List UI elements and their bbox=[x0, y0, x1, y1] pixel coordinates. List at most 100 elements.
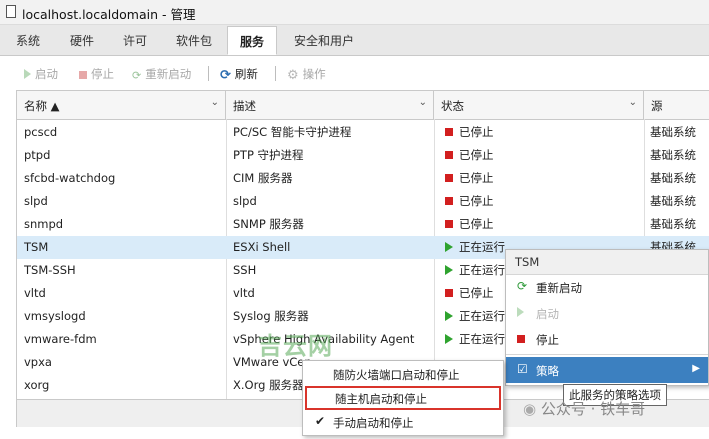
policy-option-label: 随防火墙端口启动和停止 bbox=[333, 368, 460, 382]
service-name: vpxa bbox=[24, 355, 52, 369]
column-header-desc[interactable]: 描述 ⌄ bbox=[226, 91, 434, 119]
stop-icon bbox=[79, 71, 87, 79]
column-desc-label: 描述 bbox=[233, 99, 256, 113]
table-row[interactable]: slpd slpd 已停止 基础系统 bbox=[17, 190, 709, 213]
service-status: 正在运行 bbox=[459, 309, 505, 323]
menu-item-policy[interactable]: ☑ 策略 ▶ bbox=[506, 357, 708, 383]
service-desc-cell: SNMP 服务器 bbox=[233, 213, 431, 236]
wechat-watermark-text: 公众号 · 铁车哥 bbox=[540, 400, 646, 418]
column-source-label: 源 bbox=[651, 99, 663, 113]
service-status: 已停止 bbox=[459, 286, 494, 300]
policy-option-label: 随主机启动和停止 bbox=[335, 392, 427, 406]
tab-license[interactable]: 许可 bbox=[123, 32, 147, 49]
service-source: 基础系统 bbox=[650, 148, 696, 162]
toolbar-separator bbox=[208, 66, 209, 81]
actions-label: 操作 bbox=[302, 67, 326, 81]
menu-item-label: 重新启动 bbox=[536, 281, 582, 295]
window-title: localhost.localdomain - 管理 bbox=[22, 7, 196, 22]
wechat-watermark: ◉ 公众号 · 铁车哥 bbox=[523, 398, 645, 419]
table-header: 名称 ▲ ⌄ 描述 ⌄ 状态 ⌄ 源 bbox=[17, 91, 709, 120]
stopped-icon bbox=[445, 151, 453, 159]
service-name: pcscd bbox=[24, 125, 58, 139]
service-name: sfcbd-watchdog bbox=[24, 171, 116, 185]
service-description: SSH bbox=[233, 263, 257, 277]
column-header-source[interactable]: 源 bbox=[644, 91, 709, 119]
service-description: ESXi Shell bbox=[233, 240, 291, 254]
service-status-cell: 已停止 bbox=[445, 190, 640, 213]
menu-item-restart[interactable]: ⟳ 重新启动 bbox=[506, 274, 708, 300]
menu-item-start[interactable]: 启动 bbox=[506, 300, 708, 326]
service-status: 正在运行 bbox=[459, 332, 505, 346]
restart-icon: ⟳ bbox=[517, 279, 528, 293]
start-button[interactable]: 启动 bbox=[24, 66, 58, 82]
restart-button[interactable]: ⟳ 重新启动 bbox=[132, 66, 191, 82]
service-status-cell: 已停止 bbox=[445, 213, 640, 236]
stop-button[interactable]: 停止 bbox=[79, 66, 114, 82]
play-icon bbox=[517, 307, 524, 317]
column-header-name[interactable]: 名称 ▲ ⌄ bbox=[17, 91, 226, 119]
service-desc-cell: SSH bbox=[233, 259, 431, 282]
service-name: vmware-fdm bbox=[24, 332, 97, 346]
service-name-cell: vltd bbox=[24, 282, 222, 305]
service-source-cell: 基础系统 bbox=[650, 167, 709, 190]
service-description: SNMP 服务器 bbox=[233, 217, 304, 231]
chevron-down-icon[interactable]: ⌄ bbox=[629, 97, 637, 108]
tab-system[interactable]: 系统 bbox=[16, 32, 40, 49]
service-name-cell: xorg bbox=[24, 374, 222, 397]
table-row[interactable]: ptpd PTP 守护进程 已停止 基础系统 bbox=[17, 144, 709, 167]
service-desc-cell: ESXi Shell bbox=[233, 236, 431, 259]
service-status: 正在运行 bbox=[459, 263, 505, 277]
column-header-status[interactable]: 状态 ⌄ bbox=[434, 91, 644, 119]
stopped-icon bbox=[445, 128, 453, 136]
service-status: 已停止 bbox=[459, 194, 494, 208]
table-row[interactable]: sfcbd-watchdog CIM 服务器 已停止 基础系统 bbox=[17, 167, 709, 190]
service-status: 已停止 bbox=[459, 148, 494, 162]
service-name-cell: slpd bbox=[24, 190, 222, 213]
running-icon bbox=[445, 311, 453, 321]
refresh-button[interactable]: ⟳ 刷新 bbox=[220, 66, 258, 83]
menu-item-stop[interactable]: 停止 bbox=[506, 326, 708, 352]
context-menu-title: TSM bbox=[515, 255, 540, 269]
stopped-icon bbox=[445, 197, 453, 205]
service-name-cell: snmpd bbox=[24, 213, 222, 236]
service-name-cell: vmware-fdm bbox=[24, 328, 222, 351]
restart-icon: ⟳ bbox=[132, 69, 142, 82]
policy-submenu: 随防火墙端口启动和停止 随主机启动和停止 ✔ 手动启动和停止 bbox=[302, 360, 504, 436]
service-name: TSM bbox=[24, 240, 49, 254]
service-source: 基础系统 bbox=[650, 125, 696, 139]
refresh-icon: ⟳ bbox=[220, 68, 231, 83]
actions-button[interactable]: ⚙ 操作 bbox=[287, 66, 326, 83]
service-name: ptpd bbox=[24, 148, 51, 162]
site-watermark: 吉云网 bbox=[258, 332, 333, 360]
service-status-cell: 已停止 bbox=[445, 144, 640, 167]
service-desc-cell: vltd bbox=[233, 282, 431, 305]
tab-hardware[interactable]: 硬件 bbox=[70, 32, 94, 49]
service-source-cell: 基础系统 bbox=[650, 144, 709, 167]
menu-item-label: 策略 bbox=[536, 364, 559, 378]
policy-option-manual[interactable]: ✔ 手动启动和停止 bbox=[303, 410, 503, 434]
service-desc-cell: CIM 服务器 bbox=[233, 167, 431, 190]
service-description: CIM 服务器 bbox=[233, 171, 293, 185]
policy-option-firewall[interactable]: 随防火墙端口启动和停止 bbox=[303, 362, 503, 386]
window-icon bbox=[6, 5, 16, 18]
context-menu: TSM ⟳ 重新启动 启动 停止 ☑ 策略 ▶ bbox=[505, 249, 709, 386]
service-description: PC/SC 智能卡守护进程 bbox=[233, 125, 352, 139]
chevron-down-icon[interactable]: ⌄ bbox=[211, 97, 219, 108]
policy-option-host[interactable]: 随主机启动和停止 bbox=[305, 386, 501, 410]
tab-security-users[interactable]: 安全和用户 bbox=[294, 32, 354, 49]
tab-services[interactable]: 服务 bbox=[227, 26, 278, 55]
chevron-down-icon[interactable]: ⌄ bbox=[419, 97, 427, 108]
service-name-cell: sfcbd-watchdog bbox=[24, 167, 222, 190]
service-status: 已停止 bbox=[459, 171, 494, 185]
service-name: snmpd bbox=[24, 217, 64, 231]
table-row[interactable]: pcscd PC/SC 智能卡守护进程 已停止 基础系统 bbox=[17, 121, 709, 144]
tab-packages[interactable]: 软件包 bbox=[176, 32, 212, 49]
service-description: vltd bbox=[233, 286, 255, 300]
service-source-cell: 基础系统 bbox=[650, 121, 709, 144]
service-name-cell: TSM bbox=[24, 236, 222, 259]
table-row[interactable]: snmpd SNMP 服务器 已停止 基础系统 bbox=[17, 213, 709, 236]
refresh-label: 刷新 bbox=[234, 67, 258, 81]
toolbar-separator bbox=[275, 66, 276, 81]
menu-divider bbox=[506, 354, 708, 355]
service-name-cell: ptpd bbox=[24, 144, 222, 167]
